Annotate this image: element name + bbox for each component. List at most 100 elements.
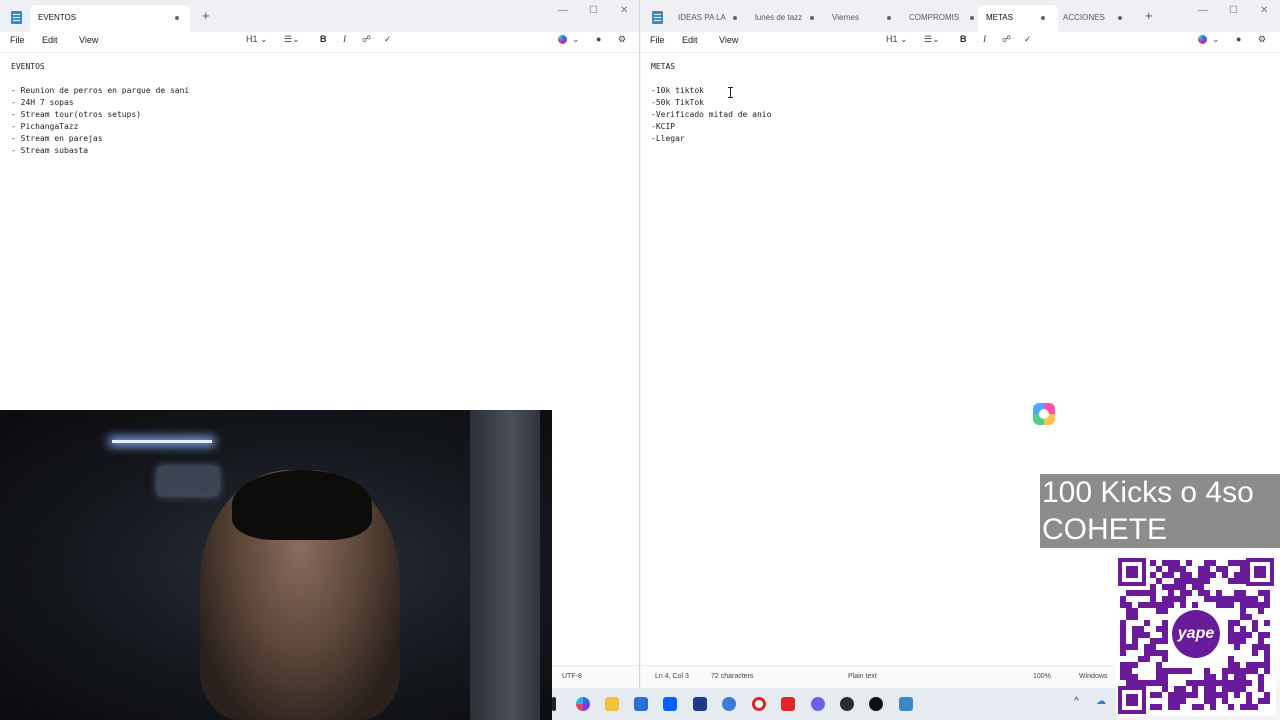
divider	[641, 52, 1280, 53]
menu-file[interactable]: File	[650, 34, 665, 46]
tab-label: ACCIONES	[1063, 13, 1105, 22]
maximize-button[interactable]: ☐	[589, 4, 598, 18]
terminal-icon[interactable]	[552, 697, 556, 711]
heading-dropdown[interactable]: H1 ⌄	[246, 33, 268, 45]
tab-compromis[interactable]: COMPROMIS	[901, 5, 981, 32]
tab-label: Viernes	[832, 13, 859, 22]
bold-button[interactable]: B	[960, 33, 967, 45]
notepad-app-icon	[652, 11, 663, 24]
status-text-mode[interactable]: Plain text	[848, 673, 877, 680]
webcam-feed	[0, 410, 552, 720]
editor-line: EVENTOS	[11, 62, 45, 71]
text-editor[interactable]: METAS -10k tiktok -50k TikTok -Verificad…	[651, 61, 771, 145]
webcam-background-door	[470, 410, 540, 720]
link-icon[interactable]: ☍	[1002, 33, 1011, 45]
qr-module	[1132, 662, 1138, 668]
clear-formatting-icon[interactable]: ✓	[1024, 33, 1032, 45]
brave-icon[interactable]	[781, 697, 795, 711]
editor-line: -50k TikTok	[651, 98, 704, 107]
unsaved-dot-icon[interactable]	[1041, 16, 1045, 20]
tab-metas[interactable]: METAS	[978, 5, 1058, 32]
floating-app-icon[interactable]	[1033, 403, 1055, 425]
obs-icon[interactable]	[869, 697, 883, 711]
dropbox-icon[interactable]	[663, 697, 677, 711]
stream-overlay-banner: 100 Kicks o 4so COHETE	[1040, 474, 1280, 548]
editor-line: METAS	[651, 62, 676, 71]
qr-module	[1132, 614, 1138, 620]
tab-acciones[interactable]: ACCIONES	[1055, 5, 1135, 32]
tab-eventos[interactable]: EVENTOS	[30, 5, 190, 32]
tab-viernes[interactable]: Viernes	[824, 5, 894, 32]
minimize-button[interactable]: —	[558, 4, 568, 18]
status-encoding[interactable]: UTF-8	[562, 673, 582, 680]
tray-chevron-icon[interactable]: ^	[1074, 696, 1079, 707]
opera-icon[interactable]	[752, 697, 766, 711]
status-zoom[interactable]: 100%	[1033, 673, 1051, 680]
unsaved-dot-icon[interactable]	[970, 16, 974, 20]
menu-edit[interactable]: Edit	[682, 34, 698, 46]
qr-module	[1234, 644, 1240, 650]
unsaved-dot-icon[interactable]	[733, 16, 737, 20]
unsaved-dot-icon[interactable]	[1118, 16, 1122, 20]
status-line-ending[interactable]: Windows	[1079, 673, 1107, 680]
yape-logo: yape	[1172, 610, 1220, 658]
close-button[interactable]: ✕	[1260, 4, 1268, 18]
qr-module	[1264, 632, 1270, 638]
discord-icon[interactable]	[811, 697, 825, 711]
minimize-button[interactable]: —	[1198, 4, 1208, 18]
qr-finder-pattern	[1246, 558, 1274, 586]
qr-module	[1246, 632, 1252, 638]
vscode-icon[interactable]	[693, 697, 707, 711]
text-editor[interactable]: EVENTOS - Reunion de perros en parque de…	[11, 61, 189, 157]
tab-label: METAS	[986, 13, 1013, 22]
copilot-icon[interactable]	[558, 35, 567, 44]
qr-module	[1240, 638, 1246, 644]
qr-module	[1174, 704, 1180, 710]
settings-gear-icon[interactable]: ⚙	[1258, 33, 1266, 45]
chevron-down-icon[interactable]: ⌄	[572, 33, 580, 45]
chevron-down-icon[interactable]: ⌄	[1212, 33, 1220, 45]
copilot-icon[interactable]	[576, 697, 590, 711]
menu-view[interactable]: View	[79, 34, 98, 46]
qr-module	[1204, 578, 1210, 584]
qr-module	[1156, 692, 1162, 698]
close-button[interactable]: ✕	[620, 4, 628, 18]
account-icon[interactable]: ●	[1236, 33, 1241, 45]
editor-line: -KCIP	[651, 122, 676, 131]
store-icon[interactable]	[634, 697, 648, 711]
list-icon[interactable]: ☰⌄	[924, 33, 940, 45]
maximize-button[interactable]: ☐	[1229, 4, 1238, 18]
tab-ideas[interactable]: IDEAS PA LA	[670, 5, 750, 32]
qr-module	[1144, 656, 1150, 662]
new-tab-button[interactable]: +	[1145, 8, 1153, 24]
copilot-icon[interactable]	[1198, 35, 1207, 44]
qr-module	[1192, 692, 1198, 698]
unsaved-dot-icon[interactable]	[175, 16, 179, 20]
game-icon[interactable]	[840, 697, 854, 711]
title-bar: EVENTOS + — ☐ ✕	[0, 0, 639, 32]
italic-button[interactable]: I	[983, 33, 986, 45]
unsaved-dot-icon[interactable]	[887, 16, 891, 20]
settings-gear-icon[interactable]: ⚙	[618, 33, 626, 45]
qr-module	[1186, 668, 1192, 674]
menu-view[interactable]: View	[719, 34, 738, 46]
list-icon[interactable]: ☰⌄	[284, 33, 300, 45]
heading-dropdown[interactable]: H1 ⌄	[886, 33, 908, 45]
menu-file[interactable]: File	[10, 34, 25, 46]
clear-formatting-icon[interactable]: ✓	[384, 33, 392, 45]
tab-label: lunes de tazz	[755, 13, 803, 22]
unsaved-dot-icon[interactable]	[810, 16, 814, 20]
tab-lunes[interactable]: lunes de tazz	[747, 5, 827, 32]
italic-button[interactable]: I	[343, 33, 346, 45]
account-icon[interactable]: ●	[596, 33, 601, 45]
notepad-icon[interactable]	[899, 697, 913, 711]
qr-module	[1192, 602, 1198, 608]
link-icon[interactable]: ☍	[362, 33, 371, 45]
file-explorer-icon[interactable]	[605, 697, 619, 711]
cloud-icon[interactable]: ☁	[1096, 696, 1106, 707]
bold-button[interactable]: B	[320, 33, 327, 45]
browser-icon[interactable]	[722, 697, 736, 711]
menu-edit[interactable]: Edit	[42, 34, 58, 46]
new-tab-button[interactable]: +	[202, 8, 210, 24]
